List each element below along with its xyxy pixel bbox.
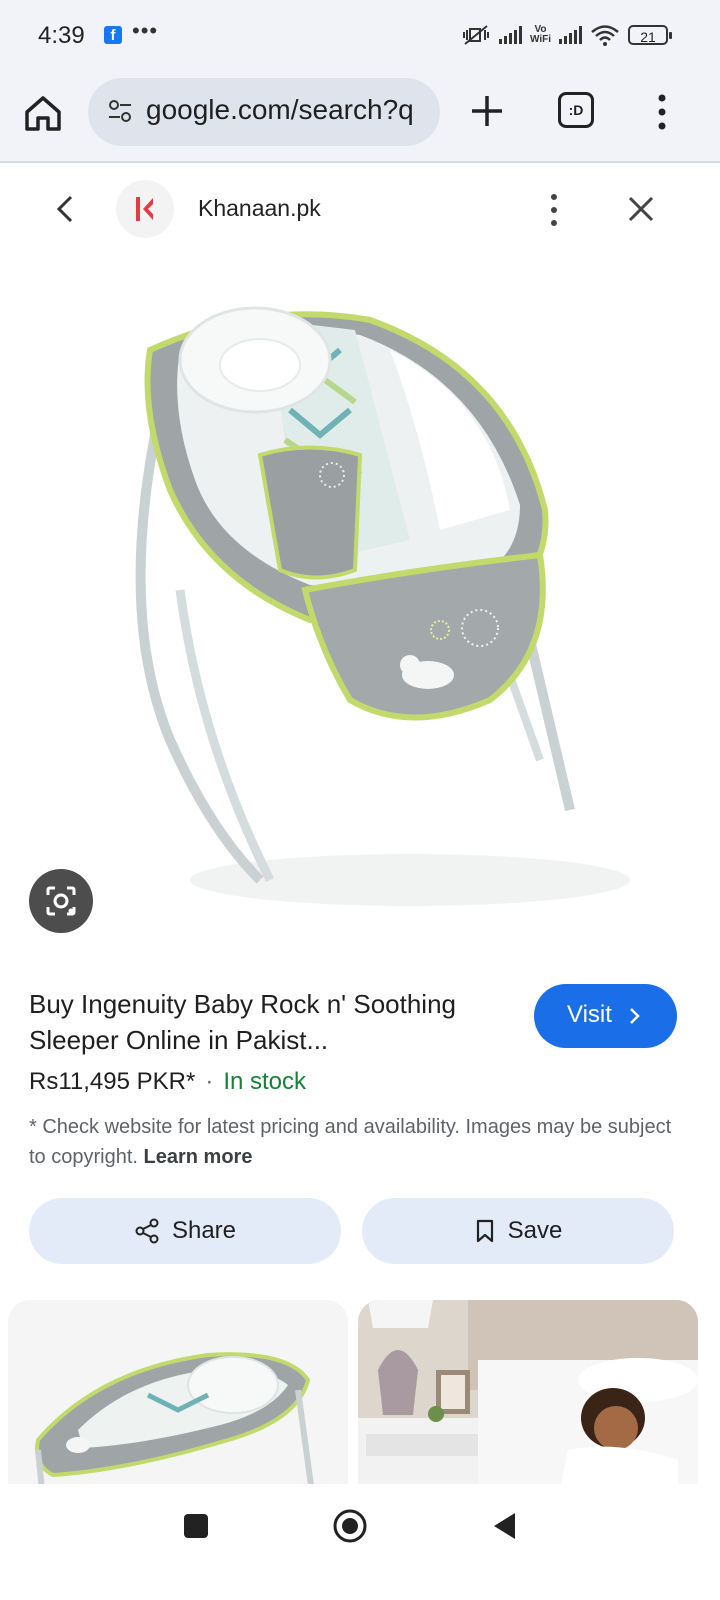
google-lens-button[interactable] [29, 869, 93, 933]
toolbar-divider [0, 161, 720, 163]
learn-more-link[interactable]: Learn more [144, 1146, 253, 1168]
more-notifications-icon: ••• [132, 18, 159, 43]
khanaan-logo-icon [136, 197, 153, 221]
facebook-icon: f [104, 26, 122, 44]
chevron-right-icon [630, 1008, 640, 1024]
back-chevron-icon[interactable] [50, 192, 80, 226]
bedroom-thumbnail [358, 1300, 698, 1500]
overflow-menu-icon[interactable] [652, 92, 672, 132]
home-icon[interactable] [22, 92, 64, 134]
vowifi-indicator: Vo WiFi [530, 25, 551, 45]
battery-icon: 21 [628, 25, 672, 45]
new-tab-icon[interactable] [468, 92, 506, 130]
cell-signal-2-icon [559, 26, 582, 44]
related-image-bedroom[interactable] [358, 1300, 698, 1500]
visit-label: Visit [567, 1001, 612, 1028]
price-line: Rs11,495 PKR* · In stock [29, 1068, 306, 1096]
disclaimer: * Check website for latest pricing and a… [29, 1112, 689, 1172]
mute-vibrate-icon [462, 25, 489, 45]
related-image-sleeper[interactable] [8, 1300, 348, 1500]
stock-status: In stock [223, 1068, 307, 1095]
back-button[interactable] [490, 1510, 518, 1542]
lens-icon [46, 886, 76, 916]
recent-apps-button[interactable] [184, 1514, 208, 1538]
wifi-icon [591, 25, 619, 46]
share-label: Share [171, 1217, 237, 1244]
visit-button[interactable]: Visit [534, 984, 677, 1048]
tab-switcher-button[interactable]: :D [558, 92, 594, 128]
more-options-icon[interactable] [544, 192, 564, 228]
separator: · [205, 1068, 214, 1095]
url-text[interactable]: google.com/search?q [146, 94, 428, 126]
price: Rs11,495 PKR* [29, 1068, 196, 1095]
site-name[interactable]: Khanaan.pk [198, 195, 321, 222]
site-favicon [116, 180, 174, 238]
save-label: Save [507, 1217, 563, 1244]
share-icon [135, 1218, 159, 1244]
home-button[interactable] [332, 1508, 368, 1544]
bookmark-icon [476, 1219, 493, 1243]
share-button[interactable]: Share [29, 1198, 341, 1264]
result-title[interactable]: Buy Ingenuity Baby Rock n' Soothing Slee… [29, 986, 509, 1058]
close-icon[interactable] [626, 194, 656, 224]
vowifi-bottom: WiFi [529, 34, 551, 45]
cell-signal-icon [498, 26, 522, 44]
product-image[interactable] [110, 290, 630, 930]
status-time: 4:39 [38, 22, 85, 49]
disclaimer-text: * Check website for latest pricing and a… [29, 1116, 672, 1168]
site-settings-icon[interactable] [108, 98, 132, 124]
sleeper-thumbnail [35, 1352, 316, 1500]
save-button[interactable]: Save [362, 1198, 674, 1264]
status-icons: Vo WiFi 21 [461, 22, 672, 48]
